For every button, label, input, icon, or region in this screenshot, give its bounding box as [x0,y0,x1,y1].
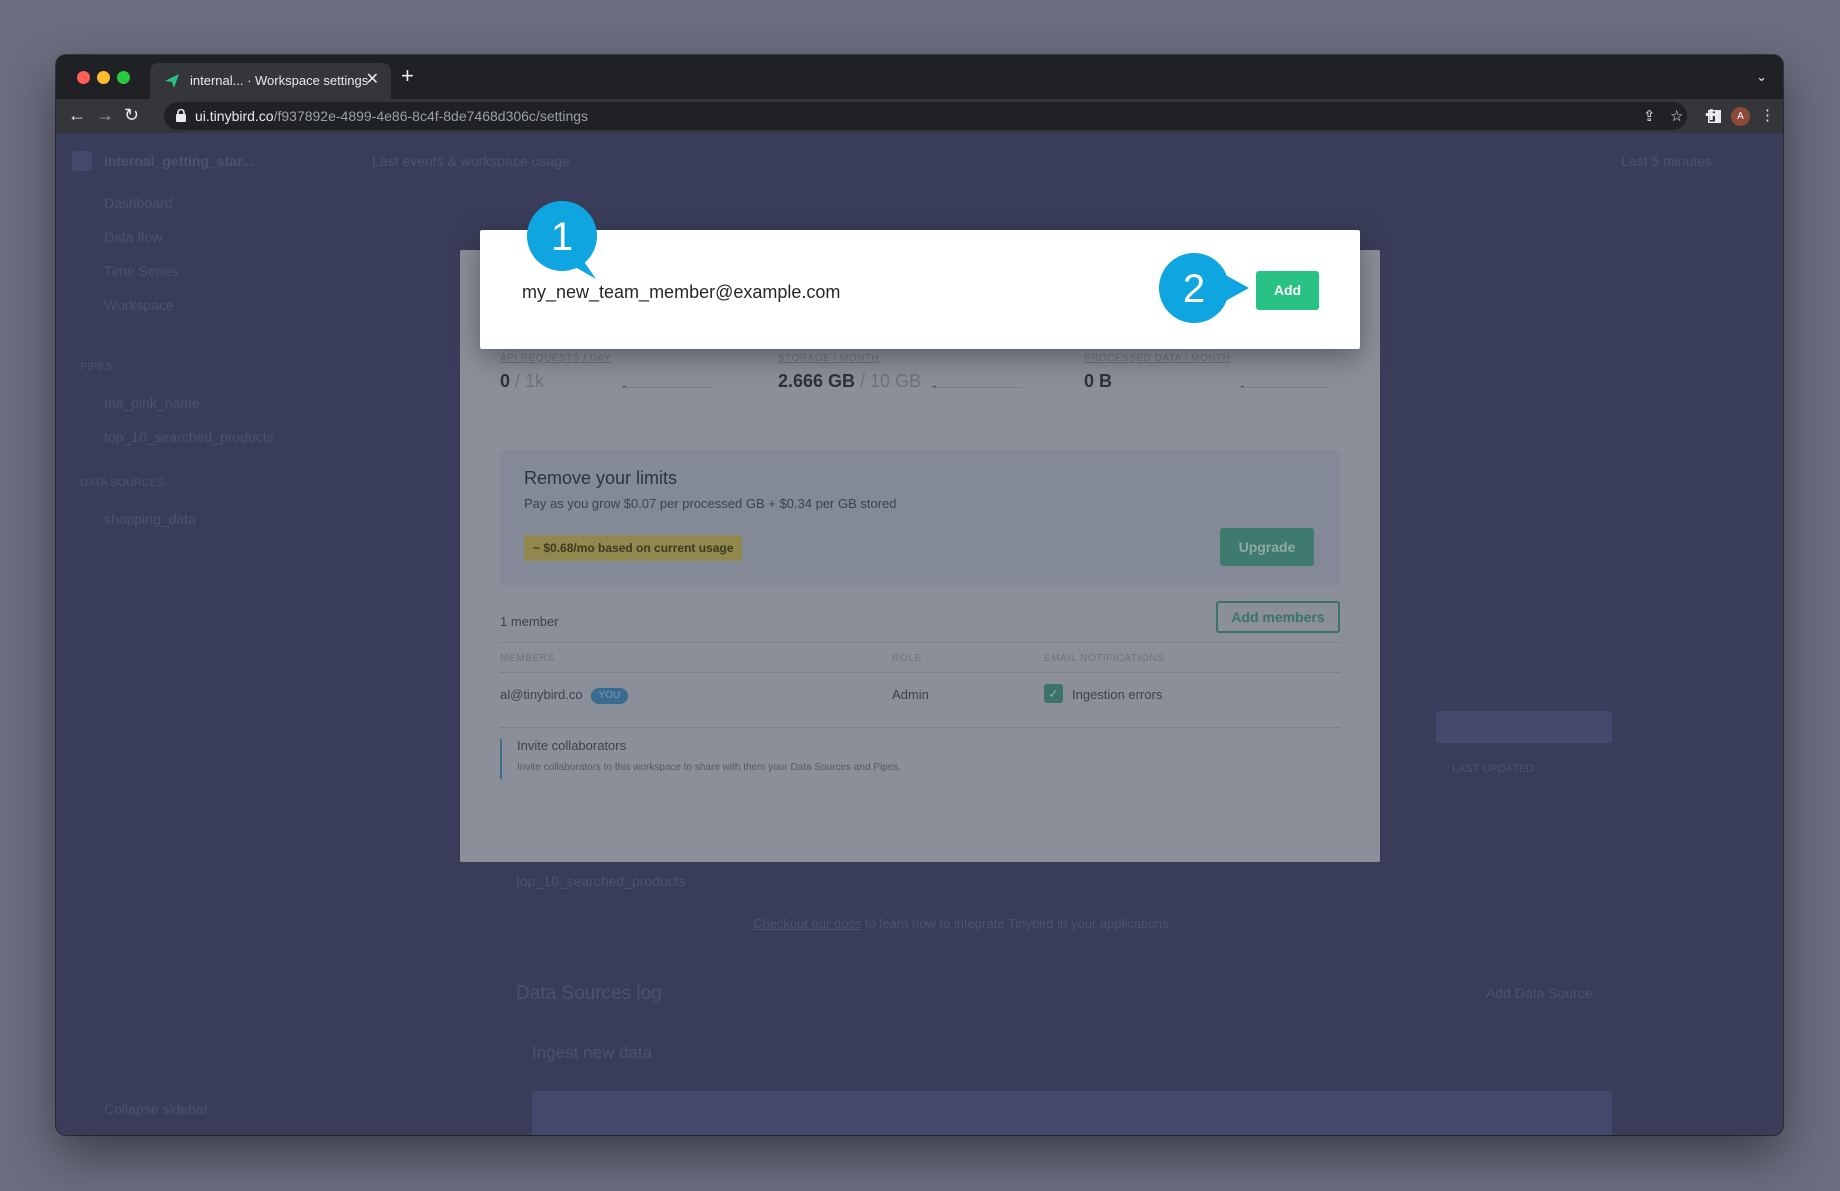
docs-link[interactable]: Checkout our docs [753,916,861,931]
usage-chart-storage: - [932,377,937,393]
tab-close-icon[interactable]: ✕ [366,71,379,89]
share-icon[interactable]: ⇪ [1643,107,1656,125]
close-window-button[interactable] [77,71,90,84]
profile-avatar[interactable]: A [1731,107,1750,126]
tab-search-chevron-icon[interactable]: ⌄ [1756,69,1767,85]
upgrade-button[interactable]: Upgrade [1220,528,1314,566]
forward-arrow-icon[interactable]: → [96,105,114,125]
lock-icon [176,109,186,122]
step-1-callout-icon: 1 [527,201,597,279]
ingestion-errors-checkbox[interactable]: ✓ [1044,684,1063,703]
member-role[interactable]: Admin [892,687,929,702]
step-2-callout-icon: 2 [1159,253,1249,323]
bg-button[interactable] [1436,711,1612,743]
url-host: ui.tinybird.co [195,108,274,124]
usage-estimate-badge: ~ $0.68/mo based on current usage [524,535,743,561]
menu-kebab-icon[interactable]: ⋮ [1760,106,1775,124]
usage-value-api: 0 / 1k [500,371,545,391]
data-sources-header: DATA SOURCES [80,477,165,489]
back-arrow-icon[interactable]: ← [68,105,86,125]
ingest-panel [532,1091,1612,1135]
section-title: Data Sources log [516,983,662,1004]
bookmark-star-icon[interactable]: ☆ [1670,107,1683,125]
column-header-role: ROLE [892,653,922,664]
you-badge: YOU [590,688,629,704]
last-updated-header: LAST UPDATED [1452,763,1535,775]
nav-item-dashboard[interactable]: Dashboard [104,195,173,211]
invite-email-input[interactable]: my_new_team_member@example.com [522,282,840,303]
notification-label: Ingestion errors [1072,687,1163,702]
usage-sparkline [622,387,712,388]
pipe-link[interactable]: top_10_searched_products [516,873,686,889]
divider [500,672,1340,673]
nav-item-data-flow[interactable]: Data flow [104,229,162,245]
divider [500,727,1340,728]
add-member-button[interactable]: Add [1256,271,1319,310]
data-source-item[interactable]: shopping_data [104,511,196,527]
nav-item-time-series[interactable]: Time Series [104,263,178,279]
usage-chart-api: - [622,377,627,393]
limits-title: Remove your limits [524,468,678,488]
pipes-header: PIPES [80,361,113,373]
usage-label-api: API REQUESTS / DAY [500,353,612,364]
member-count: 1 member [500,614,559,629]
minimize-window-button[interactable] [97,71,110,84]
time-range-select[interactable]: Last 5 minutes [1621,153,1712,169]
reload-icon[interactable]: ↻ [124,105,139,125]
url-text[interactable]: ui.tinybird.co/f937892e-4899-4e86-8c4f-8… [195,108,588,124]
tinybird-favicon-icon [165,74,179,88]
column-header-notifications: EMAIL NOTIFICATIONS [1044,653,1165,664]
remove-limits-panel: Remove your limits Pay as you grow $0.07… [500,450,1340,585]
url-path: /f937892e-4899-4e86-8c4f-8de7468d306c/se… [273,108,589,124]
pipe-item[interactable]: top_10_searched_products [104,429,274,445]
limits-subtitle: Pay as you grow $0.07 per processed GB +… [524,496,897,511]
member-email: al@tinybird.co YOU [500,687,629,704]
workspace-icon [72,151,92,171]
nav-item-workspace[interactable]: Workspace [104,297,174,313]
maximize-window-button[interactable] [117,71,130,84]
tab-title: internal... · Workspace settings [190,73,369,88]
svg-text:2: 2 [1183,267,1205,311]
topbar-text: Last events & workspace usage [372,153,570,169]
svg-text:1: 1 [551,215,573,259]
address-bar[interactable]: ui.tinybird.co/f937892e-4899-4e86-8c4f-8… [164,102,1687,130]
usage-value-processed: 0 B [1084,371,1113,391]
invite-accent-bar [500,739,502,779]
browser-toolbar: ← → ↻ ui.tinybird.co/f937892e-4899-4e86-… [56,99,1783,133]
usage-label-storage: STORAGE / MONTH [778,353,880,364]
invite-subtitle: Invite collaborators to this workspace t… [517,762,902,773]
add-data-source-button[interactable]: Add Data Source [1486,985,1593,1001]
usage-value-storage: 2.666 GB / 10 GB [778,371,922,391]
ingest-title: Ingest new data [532,1043,653,1062]
usage-chart-processed: - [1240,377,1245,393]
invite-title: Invite collaborators [517,738,627,753]
tab-strip: internal... · Workspace settings ✕ + ⌄ [56,55,1783,99]
browser-window: internal... · Workspace settings ✕ + ⌄ ←… [56,55,1783,1135]
pipe-item[interactable]: ma_pink_name [104,395,200,411]
side-panel-icon[interactable] [1708,110,1721,123]
add-members-button[interactable]: Add members [1216,601,1340,633]
usage-label-processed: PROCESSED DATA / MONTH [1084,353,1231,364]
docs-footer: Checkout our docs to learn how to integr… [753,916,1169,931]
divider [500,642,1340,643]
usage-sparkline [932,387,1022,388]
column-header-members: MEMBERS [500,653,555,664]
workspace-name[interactable]: internal_getting_star... [104,153,253,169]
new-tab-button[interactable]: + [401,65,414,87]
usage-sparkline [1240,387,1330,388]
collapse-sidebar-button[interactable]: Collapse sidebar [104,1101,208,1117]
browser-tab[interactable]: internal... · Workspace settings ✕ [150,63,391,99]
